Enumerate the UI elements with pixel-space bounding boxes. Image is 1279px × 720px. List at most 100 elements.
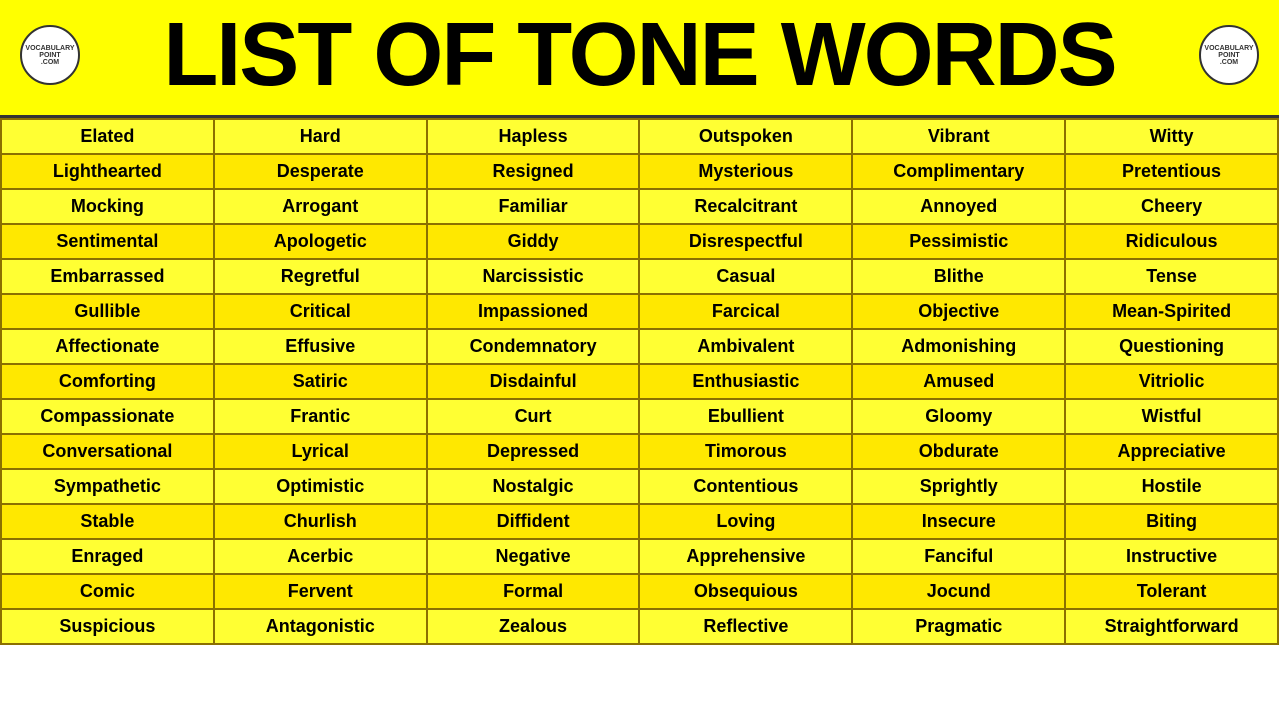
table-cell: Jocund (852, 574, 1065, 609)
table-cell: Obdurate (852, 434, 1065, 469)
table-row: SympatheticOptimisticNostalgicContentiou… (1, 469, 1278, 504)
table-cell: Witty (1065, 119, 1278, 154)
table-cell: Contentious (639, 469, 852, 504)
page-header: VOCABULARYPOINT.COM LIST OF TONE WORDS V… (0, 0, 1279, 118)
table-cell: Apologetic (214, 224, 427, 259)
table-cell: Blithe (852, 259, 1065, 294)
table-cell: Pessimistic (852, 224, 1065, 259)
table-cell: Mocking (1, 189, 214, 224)
table-cell: Conversational (1, 434, 214, 469)
table-row: MockingArrogantFamiliarRecalcitrantAnnoy… (1, 189, 1278, 224)
table-cell: Impassioned (427, 294, 640, 329)
tone-words-table: ElatedHardHaplessOutspokenVibrantWittyLi… (0, 118, 1279, 645)
table-cell: Zealous (427, 609, 640, 644)
table-cell: Effusive (214, 329, 427, 364)
table-cell: Disrespectful (639, 224, 852, 259)
table-cell: Casual (639, 259, 852, 294)
table-cell: Timorous (639, 434, 852, 469)
table-cell: Resigned (427, 154, 640, 189)
table-cell: Lyrical (214, 434, 427, 469)
table-row: ConversationalLyricalDepressedTimorousOb… (1, 434, 1278, 469)
table-cell: Satiric (214, 364, 427, 399)
table-cell: Affectionate (1, 329, 214, 364)
table-cell: Ebullient (639, 399, 852, 434)
table-cell: Pretentious (1065, 154, 1278, 189)
table-cell: Tolerant (1065, 574, 1278, 609)
table-cell: Condemnatory (427, 329, 640, 364)
table-cell: Gullible (1, 294, 214, 329)
table-cell: Admonishing (852, 329, 1065, 364)
table-cell: Stable (1, 504, 214, 539)
table-cell: Optimistic (214, 469, 427, 504)
table-cell: Acerbic (214, 539, 427, 574)
table-cell: Hard (214, 119, 427, 154)
table-cell: Critical (214, 294, 427, 329)
table-cell: Diffident (427, 504, 640, 539)
table-cell: Fervent (214, 574, 427, 609)
table-cell: Annoyed (852, 189, 1065, 224)
table-cell: Outspoken (639, 119, 852, 154)
page-title: LIST OF TONE WORDS (80, 10, 1199, 100)
table-row: GullibleCriticalImpassionedFarcicalObjec… (1, 294, 1278, 329)
table-cell: Straightforward (1065, 609, 1278, 644)
table-cell: Suspicious (1, 609, 214, 644)
table-row: EnragedAcerbicNegativeApprehensiveFancif… (1, 539, 1278, 574)
table-row: StableChurlishDiffidentLovingInsecureBit… (1, 504, 1278, 539)
table-cell: Lighthearted (1, 154, 214, 189)
table-cell: Farcical (639, 294, 852, 329)
table-cell: Churlish (214, 504, 427, 539)
table-row: ComfortingSatiricDisdainfulEnthusiasticA… (1, 364, 1278, 399)
table-cell: Desperate (214, 154, 427, 189)
table-cell: Formal (427, 574, 640, 609)
table-cell: Vitriolic (1065, 364, 1278, 399)
table-cell: Curt (427, 399, 640, 434)
table-cell: Fanciful (852, 539, 1065, 574)
table-cell: Loving (639, 504, 852, 539)
table-cell: Giddy (427, 224, 640, 259)
table-cell: Instructive (1065, 539, 1278, 574)
table-row: ElatedHardHaplessOutspokenVibrantWitty (1, 119, 1278, 154)
table-cell: Hostile (1065, 469, 1278, 504)
table-cell: Elated (1, 119, 214, 154)
table-cell: Sentimental (1, 224, 214, 259)
logo-left: VOCABULARYPOINT.COM (20, 25, 80, 85)
table-cell: Pragmatic (852, 609, 1065, 644)
table-cell: Tense (1065, 259, 1278, 294)
table-cell: Enthusiastic (639, 364, 852, 399)
table-cell: Sympathetic (1, 469, 214, 504)
logo-right: VOCABULARYPOINT.COM (1199, 25, 1259, 85)
table-cell: Enraged (1, 539, 214, 574)
table-row: EmbarrassedRegretfulNarcissisticCasualBl… (1, 259, 1278, 294)
table-row: SentimentalApologeticGiddyDisrespectfulP… (1, 224, 1278, 259)
table-cell: Wistful (1065, 399, 1278, 434)
tone-words-table-container: ElatedHardHaplessOutspokenVibrantWittyLi… (0, 118, 1279, 645)
table-cell: Recalcitrant (639, 189, 852, 224)
table-cell: Antagonistic (214, 609, 427, 644)
table-cell: Comic (1, 574, 214, 609)
table-cell: Obsequious (639, 574, 852, 609)
table-cell: Arrogant (214, 189, 427, 224)
table-cell: Complimentary (852, 154, 1065, 189)
table-cell: Cheery (1065, 189, 1278, 224)
table-cell: Compassionate (1, 399, 214, 434)
table-cell: Ambivalent (639, 329, 852, 364)
table-cell: Questioning (1065, 329, 1278, 364)
table-cell: Regretful (214, 259, 427, 294)
table-row: LightheartedDesperateResignedMysteriousC… (1, 154, 1278, 189)
table-cell: Amused (852, 364, 1065, 399)
table-cell: Apprehensive (639, 539, 852, 574)
table-cell: Disdainful (427, 364, 640, 399)
table-cell: Nostalgic (427, 469, 640, 504)
table-cell: Negative (427, 539, 640, 574)
table-cell: Vibrant (852, 119, 1065, 154)
table-cell: Narcissistic (427, 259, 640, 294)
table-cell: Biting (1065, 504, 1278, 539)
table-cell: Appreciative (1065, 434, 1278, 469)
table-row: CompassionateFranticCurtEbullientGloomyW… (1, 399, 1278, 434)
table-cell: Comforting (1, 364, 214, 399)
table-cell: Hapless (427, 119, 640, 154)
table-cell: Insecure (852, 504, 1065, 539)
table-cell: Ridiculous (1065, 224, 1278, 259)
table-cell: Familiar (427, 189, 640, 224)
table-row: SuspiciousAntagonisticZealousReflectiveP… (1, 609, 1278, 644)
